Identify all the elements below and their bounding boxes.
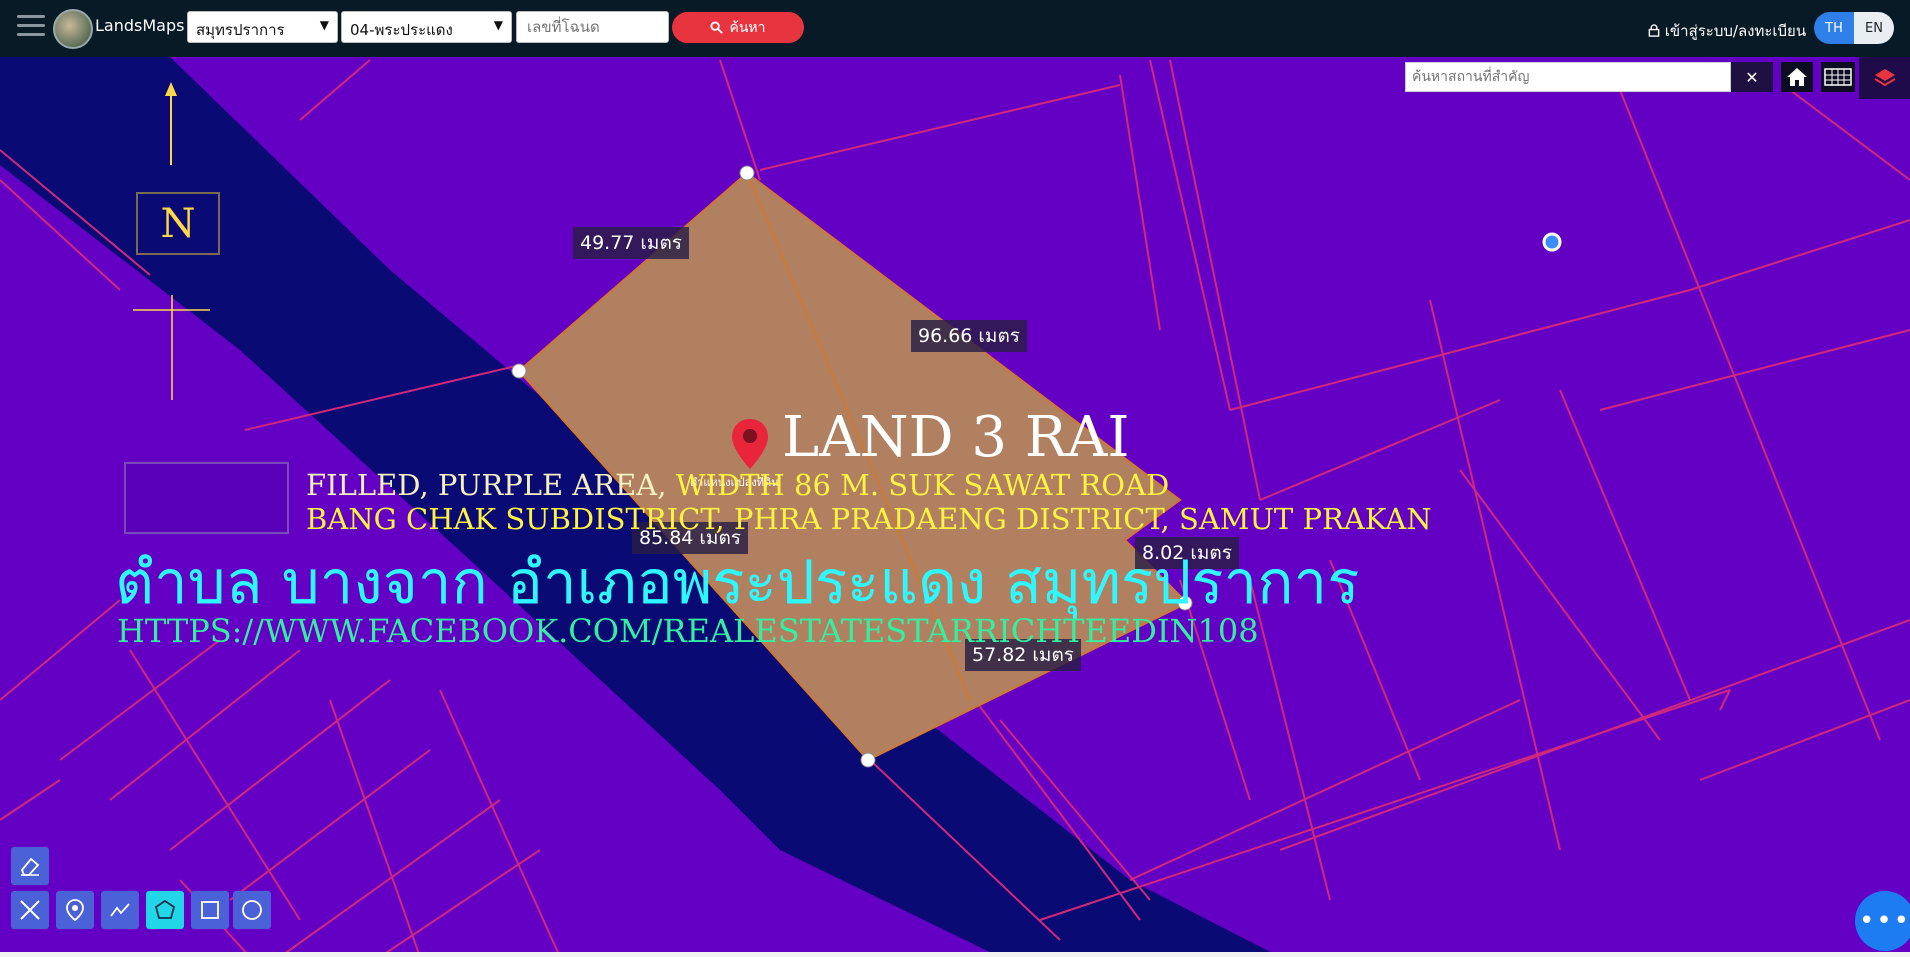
polyline-tool[interactable] <box>101 891 139 929</box>
measurement-label: 49.77 เมตร <box>573 227 689 259</box>
district-select-value: 04-พระประแดง <box>350 21 453 39</box>
lock-icon <box>1648 24 1660 37</box>
polygon-icon <box>154 899 176 919</box>
grid-button[interactable] <box>1821 62 1855 92</box>
home-button[interactable] <box>1781 62 1813 92</box>
search-button-label: ค้นหา <box>729 19 766 36</box>
north-compass: N <box>136 192 220 255</box>
overlay-line1-part1: FILLED, PURPLE AREA, <box>306 468 676 502</box>
grid-icon <box>1824 68 1852 86</box>
eraser-icon <box>20 857 40 876</box>
layers-button[interactable] <box>1859 57 1910 99</box>
rectangle-tool[interactable] <box>191 891 229 929</box>
login-label: เข้าสู่ระบบ/ลงทะเบียน <box>1664 22 1807 40</box>
polygon-tool[interactable] <box>146 891 184 929</box>
overlay-line1-part2: WIDTH 86 M. SUK SAWAT ROAD <box>675 468 1170 502</box>
map-pin-icon <box>732 419 768 469</box>
close-icon[interactable]: ✕ <box>1731 62 1773 92</box>
bottom-strip <box>0 952 1910 957</box>
overlay-line2: BANG CHAK SUBDISTRICT, PHRA PRADAENG DIS… <box>306 502 1432 536</box>
search-button[interactable]: ค้นหา <box>672 12 804 43</box>
search-icon <box>710 21 724 34</box>
province-select-value: สมุทรปราการ <box>196 21 285 39</box>
deed-number-input[interactable] <box>516 11 669 43</box>
eraser-tool[interactable] <box>11 847 49 885</box>
polyline-icon <box>110 903 130 917</box>
lang-th-button[interactable]: TH <box>1814 12 1854 44</box>
province-select[interactable]: สมุทรปราการ ▼ <box>187 11 338 43</box>
overlay-title: LAND 3 RAI <box>782 405 1130 470</box>
circle-tool[interactable] <box>233 891 271 929</box>
landsmaps-logo[interactable] <box>53 9 93 49</box>
language-toggle[interactable]: TH EN <box>1814 12 1894 44</box>
purple-legend-box <box>124 462 289 534</box>
pin-icon <box>66 899 84 922</box>
home-icon <box>1787 68 1807 86</box>
overlay-url: HTTPS://WWW.FACEBOOK.COM/REALESTATESTARR… <box>117 612 1259 650</box>
more-dots-icon[interactable]: ••• <box>1855 891 1910 951</box>
chevron-down-icon: ▼ <box>493 18 503 32</box>
ruler-pencil-icon <box>20 900 40 920</box>
measure-tool[interactable] <box>11 891 49 929</box>
brand-name[interactable]: LandsMaps <box>95 16 184 35</box>
rectangle-icon <box>201 901 219 919</box>
lang-en-button[interactable]: EN <box>1854 12 1894 44</box>
location-dot <box>1542 232 1562 252</box>
chevron-down-icon: ▼ <box>319 18 329 32</box>
login-link[interactable]: เข้าสู่ระบบ/ลงทะเบียน <box>1648 19 1806 43</box>
overlay-line1: FILLED, PURPLE AREA, WIDTH 86 M. SUK SAW… <box>306 468 1169 502</box>
circle-icon <box>242 900 262 920</box>
measurement-label: 96.66 เมตร <box>911 320 1027 352</box>
layers-icon <box>1873 69 1896 87</box>
marker-tool[interactable] <box>56 891 94 929</box>
hamburger-icon[interactable] <box>17 15 45 39</box>
place-search-input[interactable] <box>1405 62 1731 92</box>
district-select[interactable]: 04-พระประแดง ▼ <box>341 11 512 43</box>
